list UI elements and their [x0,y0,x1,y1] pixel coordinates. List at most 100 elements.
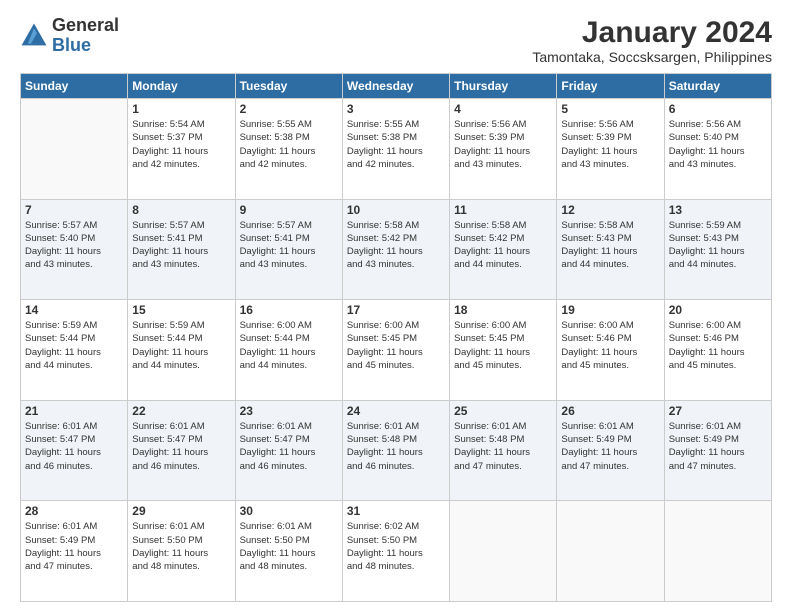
day-info: Sunrise: 5:57 AM Sunset: 5:41 PM Dayligh… [132,219,230,272]
day-info: Sunrise: 6:01 AM Sunset: 5:50 PM Dayligh… [240,520,338,573]
calendar-day-cell: 24Sunrise: 6:01 AM Sunset: 5:48 PM Dayli… [342,400,449,501]
day-number: 3 [347,102,445,116]
calendar-day-cell: 14 Sunrise: 5:59 AM Sunset: 5:44 PM Dayli… [21,300,128,401]
day-number: 4 [454,102,552,116]
logo: General Blue [20,16,119,56]
calendar-week-row: 28Sunrise: 6:01 AM Sunset: 5:49 PM Dayli… [21,501,772,602]
calendar-day-cell: 16Sunrise: 6:00 AM Sunset: 5:44 PM Dayli… [235,300,342,401]
calendar-day-cell: 28Sunrise: 6:01 AM Sunset: 5:49 PM Dayli… [21,501,128,602]
day-number: 27 [669,404,767,418]
calendar-day-cell: 7 Sunrise: 5:57 AM Sunset: 5:40 PM Daylig… [21,199,128,300]
calendar-day-cell: 29Sunrise: 6:01 AM Sunset: 5:50 PM Dayli… [128,501,235,602]
calendar-week-row: 1Sunrise: 5:54 AM Sunset: 5:37 PM Daylig… [21,99,772,200]
day-info: Sunrise: 6:00 AM Sunset: 5:45 PM Dayligh… [454,319,552,372]
calendar-day-cell: 17 Sunrise: 6:00 AM Sunset: 5:45 PM Dayli… [342,300,449,401]
logo-text-blue: Blue [52,36,119,56]
col-header-monday: Monday [128,74,235,99]
day-number: 7 [25,203,123,217]
day-number: 2 [240,102,338,116]
col-header-sunday: Sunday [21,74,128,99]
col-header-saturday: Saturday [664,74,771,99]
day-number: 20 [669,303,767,317]
day-info: Sunrise: 6:01 AM Sunset: 5:49 PM Dayligh… [25,520,123,573]
day-info: Sunrise: 5:54 AM Sunset: 5:37 PM Dayligh… [132,118,230,171]
col-header-thursday: Thursday [450,74,557,99]
day-number: 16 [240,303,338,317]
calendar-week-row: 14 Sunrise: 5:59 AM Sunset: 5:44 PM Dayli… [21,300,772,401]
calendar-day-cell: 23Sunrise: 6:01 AM Sunset: 5:47 PM Dayli… [235,400,342,501]
page: General Blue January 2024 Tamontaka, Soc… [0,0,792,612]
day-number: 14 [25,303,123,317]
calendar-day-cell: 26 Sunrise: 6:01 AM Sunset: 5:49 PM Dayli… [557,400,664,501]
day-info: Sunrise: 6:01 AM Sunset: 5:48 PM Dayligh… [454,420,552,473]
calendar-day-cell: 11Sunrise: 5:58 AM Sunset: 5:42 PM Dayli… [450,199,557,300]
calendar-day-cell [450,501,557,602]
day-info: Sunrise: 6:01 AM Sunset: 5:49 PM Dayligh… [561,420,659,473]
calendar-day-cell: 15 Sunrise: 5:59 AM Sunset: 5:44 PM Dayli… [128,300,235,401]
calendar-day-cell: 25 Sunrise: 6:01 AM Sunset: 5:48 PM Dayli… [450,400,557,501]
calendar-header-row: SundayMondayTuesdayWednesdayThursdayFrid… [21,74,772,99]
calendar-day-cell: 30 Sunrise: 6:01 AM Sunset: 5:50 PM Dayli… [235,501,342,602]
calendar-day-cell: 10 Sunrise: 5:58 AM Sunset: 5:42 PM Dayli… [342,199,449,300]
day-info: Sunrise: 6:00 AM Sunset: 5:45 PM Dayligh… [347,319,445,372]
day-info: Sunrise: 5:57 AM Sunset: 5:40 PM Dayligh… [25,219,123,272]
day-number: 26 [561,404,659,418]
calendar-day-cell [664,501,771,602]
day-number: 25 [454,404,552,418]
day-info: Sunrise: 5:56 AM Sunset: 5:40 PM Dayligh… [669,118,767,171]
calendar-day-cell: 6 Sunrise: 5:56 AM Sunset: 5:40 PM Daylig… [664,99,771,200]
day-number: 24 [347,404,445,418]
day-number: 8 [132,203,230,217]
calendar-day-cell: 4 Sunrise: 5:56 AM Sunset: 5:39 PM Daylig… [450,99,557,200]
day-info: Sunrise: 6:01 AM Sunset: 5:47 PM Dayligh… [132,420,230,473]
day-number: 10 [347,203,445,217]
calendar-day-cell: 18 Sunrise: 6:00 AM Sunset: 5:45 PM Dayli… [450,300,557,401]
day-info: Sunrise: 6:00 AM Sunset: 5:46 PM Dayligh… [561,319,659,372]
title-area: January 2024 Tamontaka, Soccsksargen, Ph… [532,16,772,65]
day-info: Sunrise: 5:57 AM Sunset: 5:41 PM Dayligh… [240,219,338,272]
calendar-day-cell: 22 Sunrise: 6:01 AM Sunset: 5:47 PM Dayli… [128,400,235,501]
col-header-wednesday: Wednesday [342,74,449,99]
day-info: Sunrise: 6:01 AM Sunset: 5:49 PM Dayligh… [669,420,767,473]
calendar-day-cell: 1Sunrise: 5:54 AM Sunset: 5:37 PM Daylig… [128,99,235,200]
calendar-day-cell: 13Sunrise: 5:59 AM Sunset: 5:43 PM Dayli… [664,199,771,300]
day-number: 9 [240,203,338,217]
day-info: Sunrise: 6:02 AM Sunset: 5:50 PM Dayligh… [347,520,445,573]
day-info: Sunrise: 5:59 AM Sunset: 5:43 PM Dayligh… [669,219,767,272]
day-info: Sunrise: 5:58 AM Sunset: 5:42 PM Dayligh… [347,219,445,272]
day-info: Sunrise: 6:00 AM Sunset: 5:46 PM Dayligh… [669,319,767,372]
day-number: 17 [347,303,445,317]
col-header-tuesday: Tuesday [235,74,342,99]
day-number: 19 [561,303,659,317]
day-number: 5 [561,102,659,116]
calendar-day-cell [557,501,664,602]
calendar-day-cell: 20 Sunrise: 6:00 AM Sunset: 5:46 PM Dayli… [664,300,771,401]
day-number: 18 [454,303,552,317]
day-info: Sunrise: 6:01 AM Sunset: 5:47 PM Dayligh… [240,420,338,473]
day-info: Sunrise: 5:59 AM Sunset: 5:44 PM Dayligh… [132,319,230,372]
calendar-day-cell: 9 Sunrise: 5:57 AM Sunset: 5:41 PM Daylig… [235,199,342,300]
day-number: 6 [669,102,767,116]
day-number: 31 [347,504,445,518]
day-number: 15 [132,303,230,317]
day-info: Sunrise: 6:01 AM Sunset: 5:50 PM Dayligh… [132,520,230,573]
logo-icon [20,22,48,50]
logo-text-general: General [52,16,119,36]
day-number: 30 [240,504,338,518]
calendar-day-cell: 12Sunrise: 5:58 AM Sunset: 5:43 PM Dayli… [557,199,664,300]
day-info: Sunrise: 5:55 AM Sunset: 5:38 PM Dayligh… [240,118,338,171]
calendar-day-cell: 31 Sunrise: 6:02 AM Sunset: 5:50 PM Dayli… [342,501,449,602]
header: General Blue January 2024 Tamontaka, Soc… [20,16,772,65]
calendar-day-cell: 5Sunrise: 5:56 AM Sunset: 5:39 PM Daylig… [557,99,664,200]
day-number: 22 [132,404,230,418]
col-header-friday: Friday [557,74,664,99]
day-number: 11 [454,203,552,217]
day-info: Sunrise: 5:56 AM Sunset: 5:39 PM Dayligh… [454,118,552,171]
day-info: Sunrise: 5:59 AM Sunset: 5:44 PM Dayligh… [25,319,123,372]
calendar-table: SundayMondayTuesdayWednesdayThursdayFrid… [20,73,772,602]
calendar-day-cell: 2 Sunrise: 5:55 AM Sunset: 5:38 PM Daylig… [235,99,342,200]
calendar-week-row: 21Sunrise: 6:01 AM Sunset: 5:47 PM Dayli… [21,400,772,501]
calendar-week-row: 7 Sunrise: 5:57 AM Sunset: 5:40 PM Daylig… [21,199,772,300]
calendar-day-cell: 3Sunrise: 5:55 AM Sunset: 5:38 PM Daylig… [342,99,449,200]
page-subtitle: Tamontaka, Soccsksargen, Philippines [532,49,772,65]
